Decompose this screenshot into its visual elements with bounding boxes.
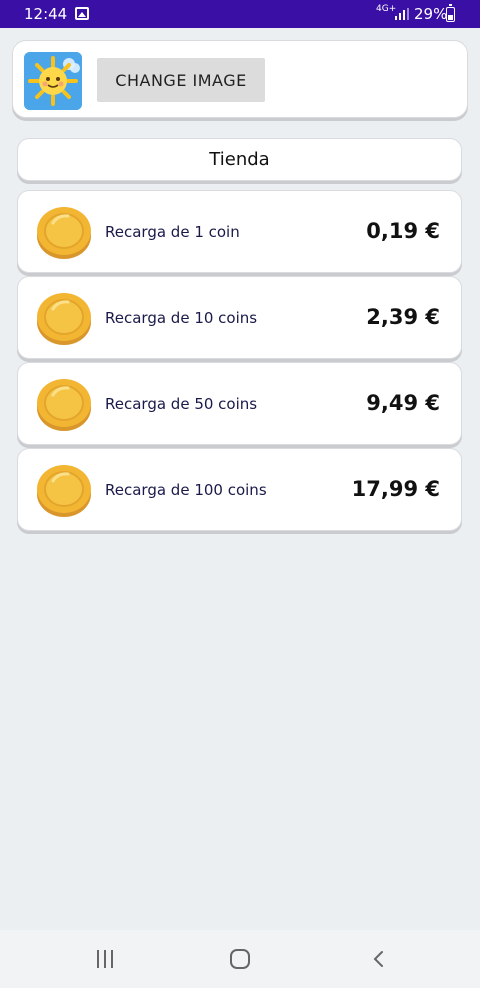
shop-item[interactable]: Recarga de 1 coin 0,19 €	[17, 190, 462, 273]
recent-apps-icon[interactable]	[96, 950, 116, 968]
shop-title-card: Tienda	[17, 138, 462, 181]
back-icon[interactable]	[368, 947, 392, 971]
coin-icon	[37, 465, 91, 517]
item-price: 2,39 €	[366, 305, 440, 329]
signal-icon	[395, 8, 409, 20]
status-bar: 12:44 4G+ 29%	[0, 0, 480, 28]
shop-item[interactable]: Recarga de 50 coins 9,49 €	[17, 362, 462, 445]
item-label: Recarga de 10 coins	[105, 309, 258, 327]
item-label: Recarga de 100 coins	[105, 481, 267, 499]
sun-avatar-icon[interactable]	[24, 52, 82, 110]
status-time: 12:44	[24, 5, 68, 23]
network-type: 4G+	[376, 4, 397, 14]
item-label: Recarga de 50 coins	[105, 395, 258, 413]
coin-icon	[37, 379, 91, 431]
coin-icon	[37, 207, 91, 259]
coin-icon	[37, 293, 91, 345]
home-icon[interactable]	[230, 949, 250, 969]
shop-item[interactable]: Recarga de 100 coins 17,99 €	[17, 448, 462, 531]
shop-item[interactable]: Recarga de 10 coins 2,39 €	[17, 276, 462, 359]
item-price: 17,99 €	[351, 477, 440, 501]
battery-icon	[446, 4, 455, 22]
item-label: Recarga de 1 coin	[105, 223, 240, 241]
battery-percentage: 29%	[414, 5, 448, 23]
shop-title: Tienda	[209, 149, 270, 170]
profile-card: CHANGE IMAGE	[12, 40, 468, 118]
item-price: 0,19 €	[366, 219, 440, 243]
navigation-bar	[0, 930, 480, 988]
image-notification-icon	[75, 7, 89, 20]
change-image-button[interactable]: CHANGE IMAGE	[97, 58, 265, 102]
item-price: 9,49 €	[366, 391, 440, 415]
